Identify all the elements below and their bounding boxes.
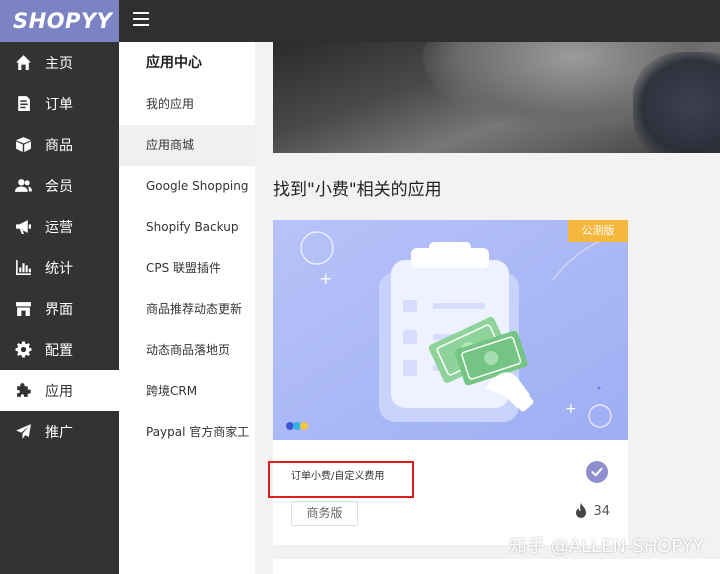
- app-card[interactable]: + + 公测版 订单小费/自定义费用 商务版 34: [268, 220, 628, 545]
- submenu-item-crm[interactable]: 跨境CRM: [119, 371, 255, 412]
- box-icon: [14, 136, 32, 154]
- sidebar-item-label: 会员: [45, 178, 73, 195]
- sidebar-item-home[interactable]: 主页: [0, 42, 119, 83]
- sidebar-item-promotion[interactable]: 推广: [0, 411, 119, 452]
- installed-check-icon[interactable]: [586, 461, 608, 483]
- sidebar-item-apps[interactable]: 应用: [0, 370, 119, 411]
- gear-icon: [14, 341, 32, 359]
- sidebar-item-label: 应用: [45, 383, 73, 400]
- watermark: 知乎 @ALLEN-SHOPYY: [508, 536, 704, 557]
- order-icon: [14, 95, 32, 113]
- sidebar-item-operations[interactable]: 运营: [0, 206, 119, 247]
- send-icon: [14, 423, 32, 441]
- app-name[interactable]: 订单小费/自定义费用: [291, 467, 384, 482]
- sidebar-item-label: 统计: [45, 260, 73, 277]
- users-icon: [14, 177, 32, 195]
- submenu-item-my-apps[interactable]: 我的应用: [119, 84, 255, 125]
- svg-text:+: +: [565, 401, 577, 417]
- store-icon: [14, 300, 32, 318]
- submenu-item-app-store[interactable]: 应用商城: [119, 125, 255, 166]
- top-bar: SHOPYY: [0, 0, 720, 42]
- puzzle-icon: [14, 382, 32, 400]
- beta-badge: 公测版: [568, 220, 628, 242]
- sidebar-item-label: 商品: [45, 137, 73, 154]
- submenu-item-paypal[interactable]: Paypal 官方商家工: [119, 412, 255, 453]
- sidebar-item-interface[interactable]: 界面: [0, 288, 119, 329]
- submenu-title: 应用中心: [146, 55, 202, 71]
- sidebar-item-label: 界面: [45, 301, 73, 318]
- sidebar-item-orders[interactable]: 订单: [0, 83, 119, 124]
- sidebar-item-label: 订单: [45, 96, 73, 113]
- popularity-count: 34: [574, 503, 610, 519]
- logo[interactable]: SHOPYY: [0, 0, 119, 42]
- submenu-item-product-recommend[interactable]: 商品推荐动态更新: [119, 289, 255, 330]
- menu-toggle-icon[interactable]: [133, 12, 149, 28]
- next-app-card: [273, 559, 720, 574]
- sidebar-item-label: 配置: [45, 342, 73, 359]
- fire-icon: [576, 503, 587, 518]
- hot-count: 34: [593, 503, 610, 519]
- submenu-item-dynamic-landing[interactable]: 动态商品落地页: [119, 330, 255, 371]
- sidebar-item-products[interactable]: 商品: [0, 124, 119, 165]
- megaphone-icon: [14, 218, 32, 236]
- banner-image: [273, 42, 720, 153]
- page-title: 找到"小费"相关的应用: [273, 180, 442, 200]
- sidebar-item-members[interactable]: 会员: [0, 165, 119, 206]
- sidebar: 主页 订单 商品 会员 运营 统计 界面 配置 应用 推广: [0, 42, 119, 574]
- sidebar-item-label: 推广: [45, 424, 73, 441]
- home-icon: [14, 54, 32, 72]
- sidebar-item-settings[interactable]: 配置: [0, 329, 119, 370]
- submenu-item-shopify-backup[interactable]: Shopify Backup: [119, 207, 255, 248]
- edition-button[interactable]: 商务版: [291, 501, 358, 526]
- sidebar-item-label: 主页: [45, 55, 73, 72]
- sidebar-item-statistics[interactable]: 统计: [0, 247, 119, 288]
- main-content: 找到"小费"相关的应用 + + 公测版 订单小费/自定义费用 商务版 34: [255, 42, 720, 574]
- chart-icon: [14, 259, 32, 277]
- submenu-item-cps-plugin[interactable]: CPS 联盟插件: [119, 248, 255, 289]
- submenu-item-google-shopping[interactable]: Google Shopping: [119, 166, 255, 207]
- app-card-illustration: + + 公测版: [273, 220, 628, 440]
- app-center-submenu: 应用中心 我的应用 应用商城 Google Shopping Shopify B…: [119, 42, 255, 574]
- sidebar-item-label: 运营: [45, 219, 73, 236]
- svg-text:+: +: [319, 269, 332, 288]
